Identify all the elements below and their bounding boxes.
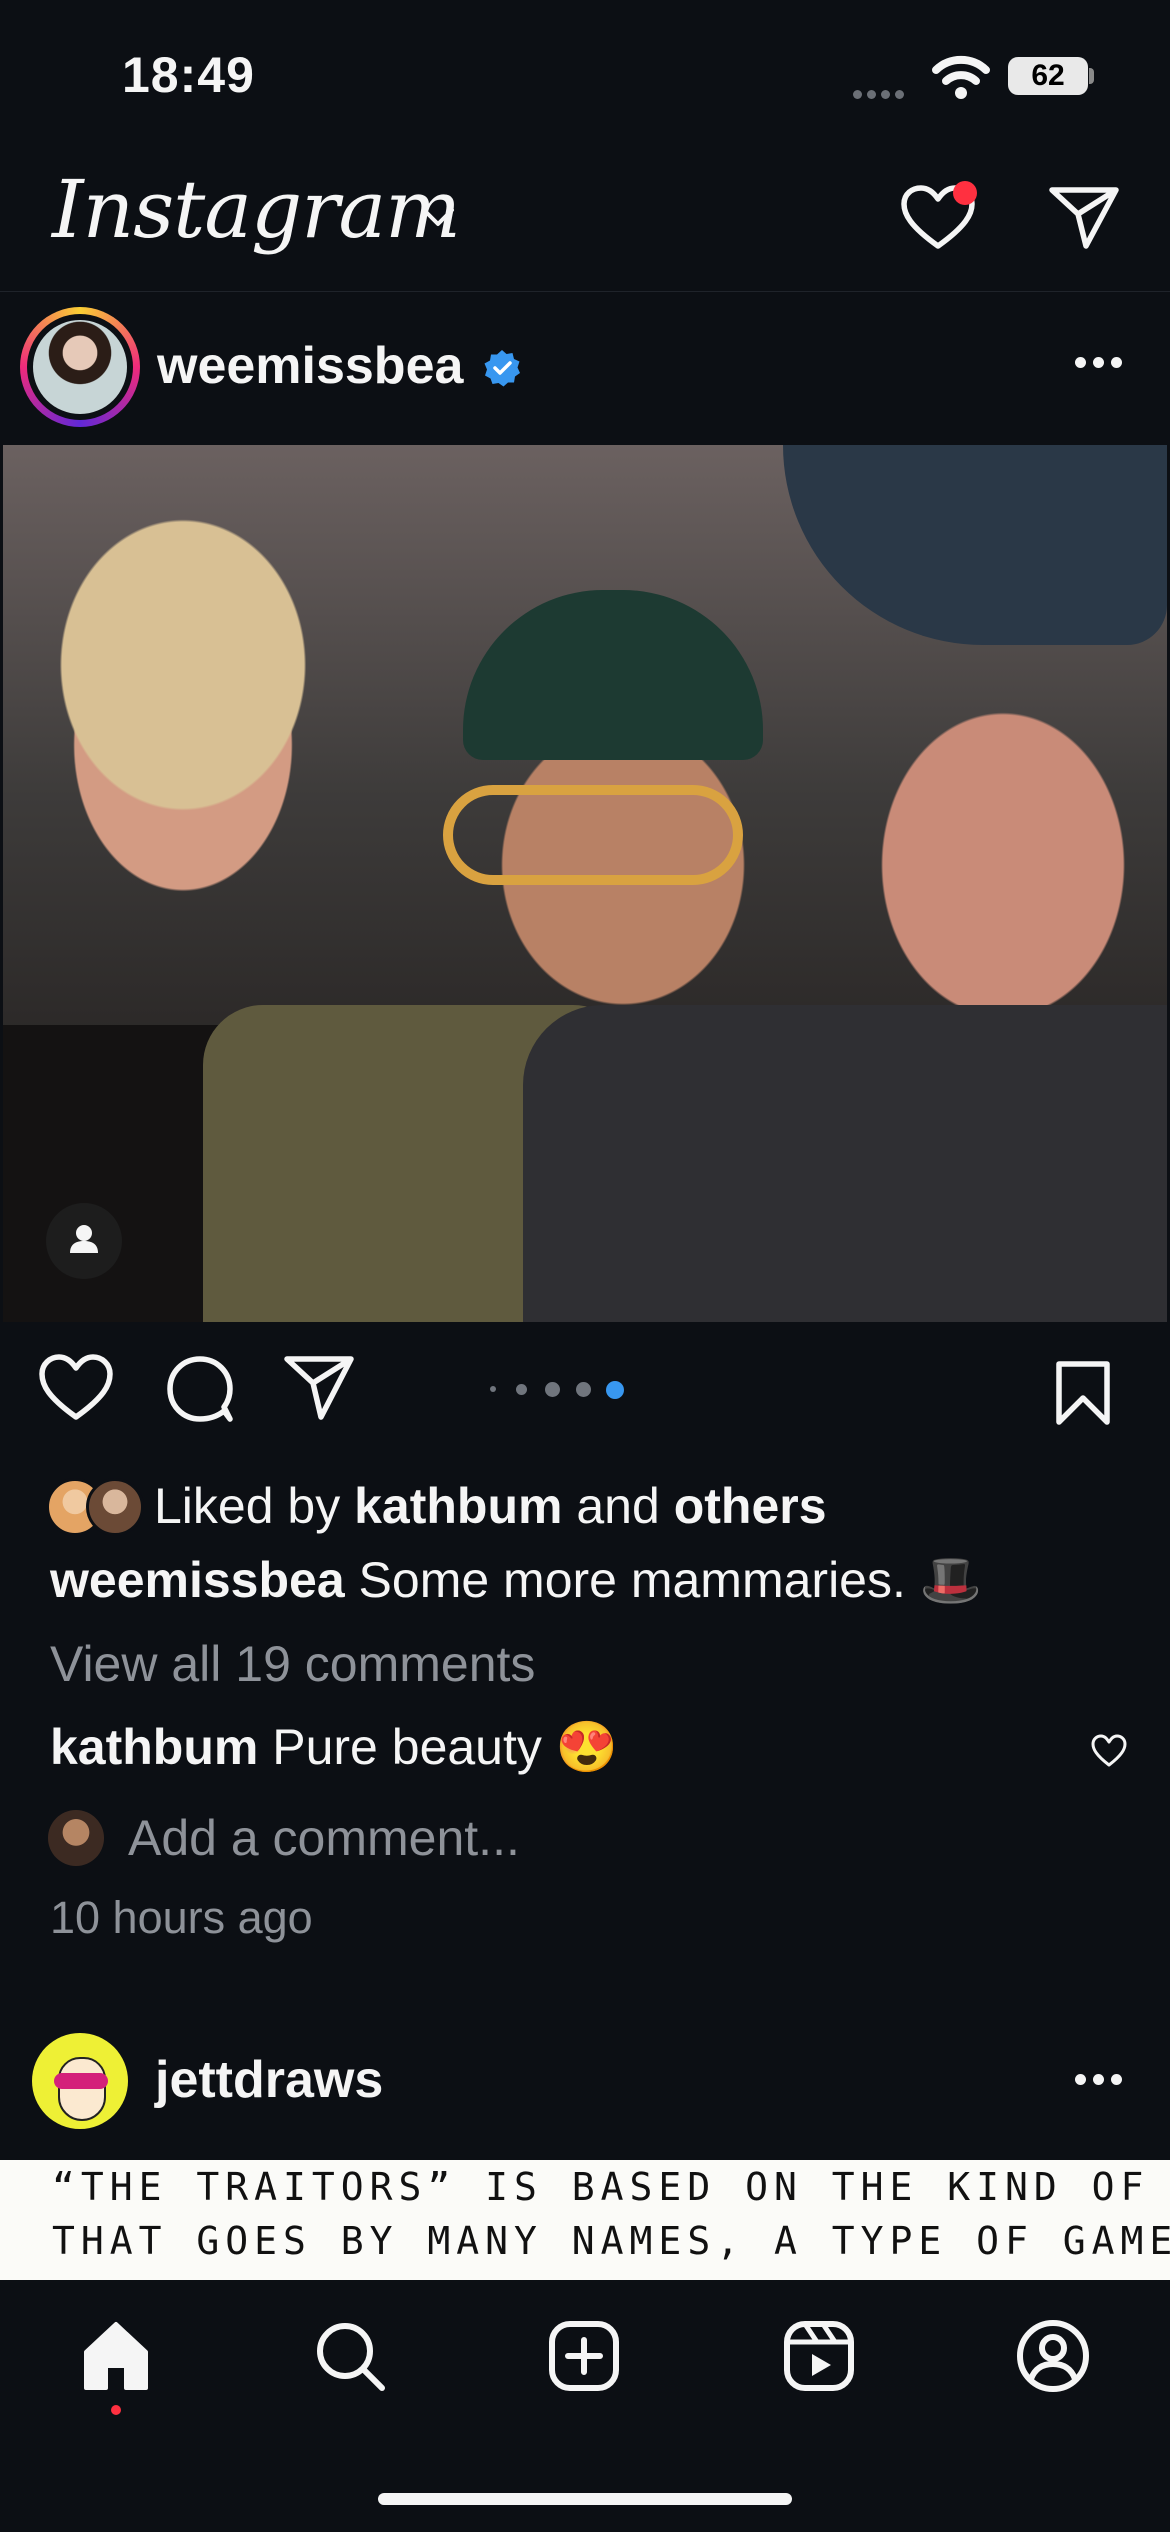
tagged-people-button[interactable] [46, 1203, 122, 1279]
comic-text-line: “THE TRAITORS” IS BASED ON THE KIND OF G… [52, 2165, 1170, 2209]
chevron-down-icon[interactable] [420, 205, 456, 229]
caption-text: Some more mammaries. 🎩 [344, 1552, 983, 1608]
view-all-comments-link[interactable]: View all 19 comments [50, 1636, 535, 1692]
comment-text: Pure beauty 😍 [258, 1719, 619, 1775]
share-icon[interactable] [283, 1353, 355, 1423]
comment-row: kathbum Pure beauty 😍 [50, 1719, 618, 1775]
verified-badge-icon [484, 350, 520, 387]
liked-by-text[interactable]: Liked by kathbum and others [154, 1478, 827, 1534]
home-active-dot [111, 2405, 121, 2415]
cellular-signal-icon [853, 86, 913, 99]
comment-icon[interactable] [164, 1353, 236, 1425]
liked-mid: and [562, 1478, 674, 1534]
avatar[interactable] [32, 2033, 128, 2129]
post-image[interactable]: “THE TRAITORS” IS BASED ON THE KIND OF G… [0, 2160, 1170, 2280]
caption-username[interactable]: weemissbea [50, 1552, 345, 1608]
profile-icon[interactable] [1013, 2316, 1093, 2396]
post-username[interactable]: weemissbea [157, 336, 463, 396]
reels-icon[interactable] [779, 2316, 859, 2396]
liked-prefix: Liked by [154, 1478, 355, 1534]
more-options-icon[interactable] [1075, 355, 1131, 371]
battery-indicator: 62 [1008, 57, 1088, 95]
liked-user-link[interactable]: kathbum [354, 1478, 562, 1534]
notification-badge [953, 181, 977, 205]
save-bookmark-icon[interactable] [1054, 1360, 1112, 1426]
post-timestamp: 10 hours ago [50, 1892, 313, 1943]
search-icon[interactable] [310, 2316, 390, 2396]
comic-text-line: THAT GOES BY MANY NAMES, A TYPE OF GAME [52, 2219, 1170, 2263]
add-comment-input[interactable]: Add a comment... [128, 1810, 520, 1866]
my-avatar [48, 1810, 104, 1866]
avatar[interactable] [33, 320, 127, 414]
home-icon[interactable] [76, 2316, 156, 2396]
direct-messages-icon[interactable] [1048, 184, 1120, 250]
battery-tip [1089, 68, 1094, 84]
like-heart-icon[interactable] [38, 1353, 114, 1423]
comment-like-heart-icon[interactable] [1090, 1733, 1128, 1769]
more-options-icon[interactable] [1075, 2072, 1131, 2088]
header-divider [0, 291, 1170, 292]
post-image[interactable] [3, 445, 1167, 1322]
home-indicator[interactable] [378, 2493, 792, 2505]
post-caption: weemissbea Some more mammaries. 🎩 [50, 1552, 982, 1608]
instagram-logo[interactable]: Instagram [52, 160, 461, 260]
create-icon[interactable] [544, 2316, 624, 2396]
post-username[interactable]: jettdraws [155, 2050, 383, 2110]
person-icon [70, 1225, 98, 1253]
status-time: 18:49 [122, 47, 255, 103]
carousel-indicator [490, 1380, 630, 1400]
liked-others-link[interactable]: others [674, 1478, 827, 1534]
wifi-icon [932, 55, 990, 99]
comment-username[interactable]: kathbum [50, 1719, 258, 1775]
liked-by-avatars[interactable] [46, 1478, 144, 1536]
